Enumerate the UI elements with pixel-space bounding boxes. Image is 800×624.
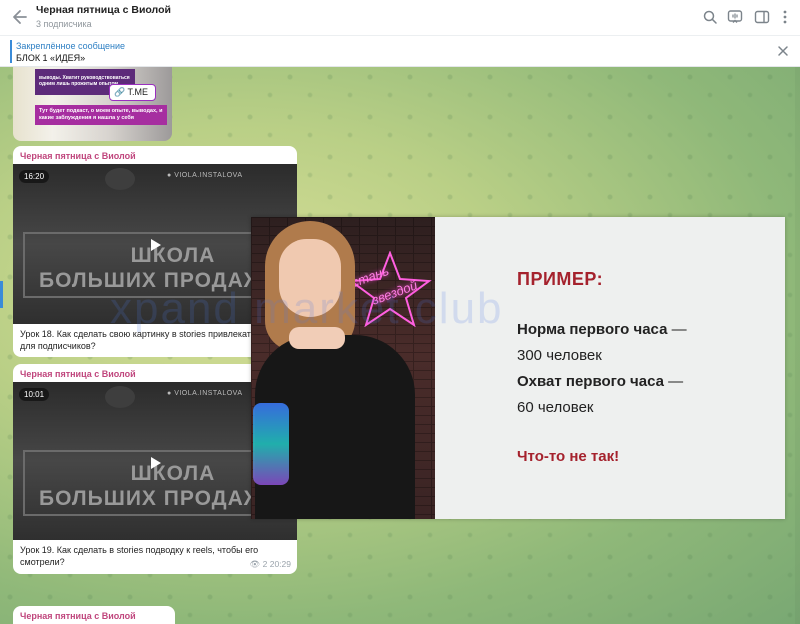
example-conclusion: Что-то не так! (517, 448, 620, 465)
example-line-2: 300 человек (517, 347, 602, 364)
message-meta: 👁 2 20:29 (249, 559, 291, 570)
pinned-indicator (10, 40, 12, 63)
video-duration: 10:01 (19, 388, 50, 401)
tme-link-badge: 🔗 T.ME (109, 84, 156, 101)
message-bubble[interactable]: Черная пятница с Виолой (13, 606, 175, 624)
subscriber-count: 3 подписчика (36, 19, 92, 29)
slide-text-panel: ПРИМЕР: Норма первого часа — 300 человек… (435, 217, 785, 519)
channel-title[interactable]: Черная пятница с Виолой (36, 4, 171, 16)
search-icon[interactable] (702, 9, 718, 25)
sender-name[interactable]: Черная пятница с Виолой (13, 146, 297, 164)
example-line-4: 60 человек (517, 399, 594, 416)
message-time: 20:29 (269, 559, 291, 569)
speaker-photo: стань звездой (251, 217, 435, 519)
pinned-text: БЛОК 1 «ИДЕЯ» (16, 53, 86, 63)
slide-image[interactable]: стань звездой ПРИМЕР: Норма первого часа… (251, 217, 785, 519)
views-icon: 👁 (249, 559, 261, 569)
example-title: ПРИМЕР: (517, 269, 604, 289)
selection-indicator (0, 281, 3, 308)
sender-name[interactable]: Черная пятница с Виолой (13, 606, 175, 624)
rgb-lamp-shape (253, 403, 289, 485)
video-title-line2: БОЛЬШИХ ПРОДАЖ (39, 487, 264, 510)
more-options-icon[interactable] (777, 9, 793, 25)
pinned-label: Закреплённое сообщение (16, 41, 126, 51)
scrollbar[interactable] (795, 67, 800, 624)
play-icon[interactable] (150, 238, 162, 252)
back-arrow-icon[interactable] (10, 7, 30, 27)
tme-label: T.ME (127, 87, 149, 97)
avatar (105, 168, 135, 190)
video-handle: ● VIOLA.INSTALOVA (167, 172, 243, 179)
video-handle: ● VIOLA.INSTALOVA (167, 390, 243, 397)
chat-header: Черная пятница с Виолой 3 подписчика (0, 0, 800, 36)
video-duration: 16:20 (19, 170, 50, 183)
example-line-3: Охват первого часа — (517, 373, 684, 390)
image-text-strip-2: Тут будет подкаст, о моем опыте, выводах… (35, 105, 167, 125)
example-line-1: Норма первого часа — (517, 321, 687, 338)
live-stream-icon[interactable] (727, 9, 743, 25)
avatar (105, 386, 135, 408)
pinned-message-bar[interactable]: Закреплённое сообщение БЛОК 1 «ИДЕЯ» (0, 36, 800, 67)
close-icon[interactable] (776, 44, 790, 58)
sidebar-toggle-icon[interactable] (754, 9, 770, 25)
watermark: xpand market club (110, 284, 504, 333)
play-icon[interactable] (150, 456, 162, 470)
message-image-preview[interactable]: выводы. Хватит руководствоваться одним л… (13, 67, 172, 141)
view-count: 2 (262, 559, 268, 569)
